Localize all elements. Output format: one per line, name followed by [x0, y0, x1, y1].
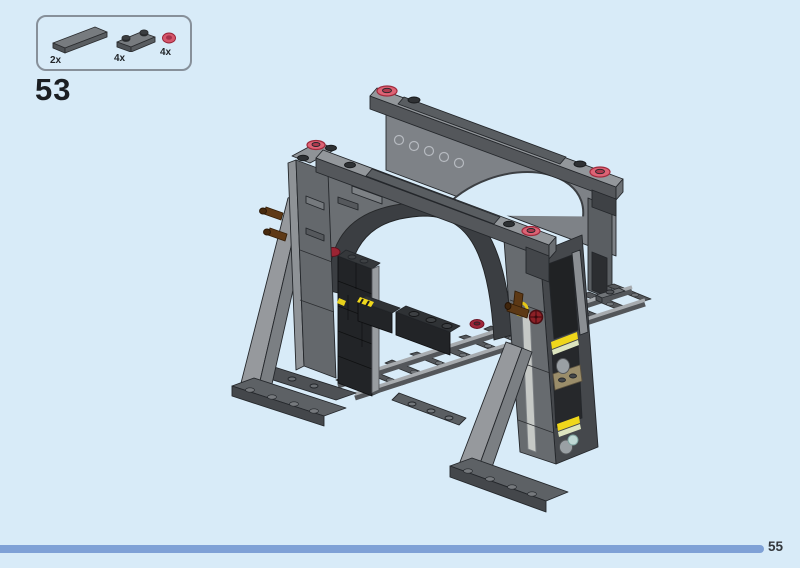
progress-bar	[0, 545, 764, 553]
red-round-tile	[470, 320, 484, 329]
red-handwheel	[530, 311, 543, 324]
page-number: 55	[768, 539, 783, 554]
red-round-tile	[377, 86, 397, 96]
instruction-page: 2x 4x 4x 53	[0, 0, 800, 568]
model-illustration	[0, 0, 800, 568]
brown-tap	[260, 207, 284, 220]
gray-cylinder	[557, 359, 570, 374]
red-round-tile	[307, 141, 325, 150]
red-round-tile	[522, 227, 540, 236]
red-round-tile	[590, 167, 610, 177]
right-pillar	[450, 235, 598, 512]
